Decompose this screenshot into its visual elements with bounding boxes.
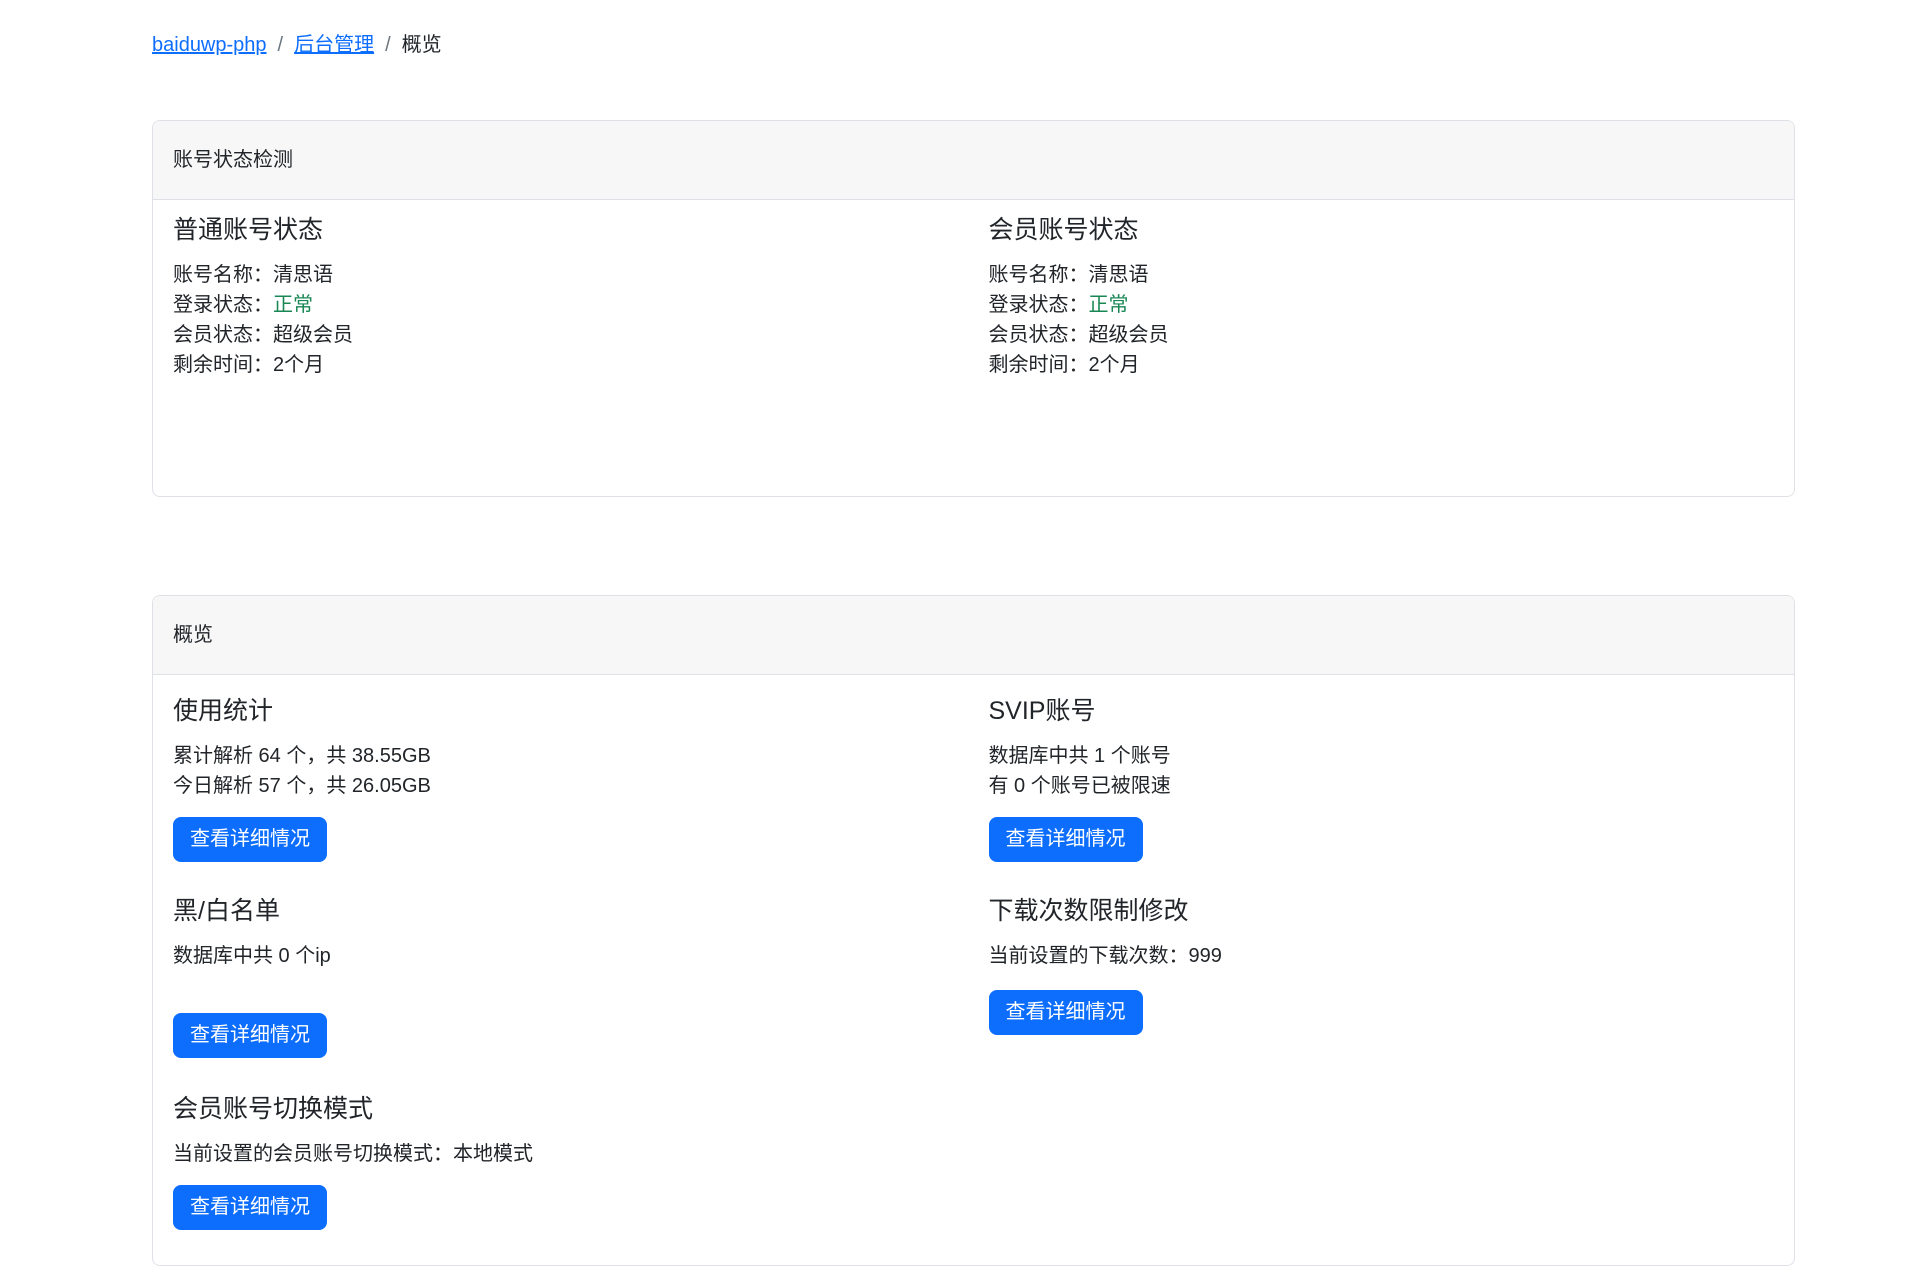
download-limit-section: 下载次数限制修改 当前设置的下载次数：999 查看详细情况 [974,895,1775,1035]
field-label: 剩余时间： [989,354,1089,376]
download-limit-detail-button[interactable]: 查看详细情况 [989,990,1143,1035]
overview-card-body: 使用统计 累计解析 64 个，共 38.55GB 今日解析 57 个，共 26.… [153,675,1794,1265]
field-label: 登录状态： [989,294,1089,316]
today-parsed-line: 今日解析 57 个，共 26.05GB [173,771,974,801]
svip-account-section: SVIP账号 数据库中共 1 个账号 有 0 个账号已被限速 查看详细情况 [974,695,1775,862]
account-status-card-body: 普通账号状态 账号名称：清思语 登录状态：正常 会员状态：超级会员 剩余时间：2… [153,200,1794,496]
svip-count-line: 数据库中共 1 个账号 [989,741,1775,771]
vip-level-row: 会员状态：超级会员 [989,320,1775,350]
page: baiduwp-php / 后台管理 / 概览 账号状态检测 普通账号状态 账号… [0,0,1920,1274]
breadcrumb: baiduwp-php / 后台管理 / 概览 [152,0,1795,60]
field-value: 清思语 [1089,264,1149,286]
account-name-row: 账号名称：清思语 [989,260,1775,290]
download-limit-line: 当前设置的下载次数：999 [989,941,1775,971]
svip-limited-line: 有 0 个账号已被限速 [989,771,1775,801]
field-label: 账号名称： [989,264,1089,286]
account-status-card: 账号状态检测 普通账号状态 账号名称：清思语 登录状态：正常 会员状态：超级会员… [152,120,1795,497]
remaining-time-row: 剩余时间：2个月 [173,350,974,380]
status-ok-value: 正常 [273,294,313,316]
field-label: 登录状态： [173,294,273,316]
vip-account-status: 会员账号状态 账号名称：清思语 登录状态：正常 会员状态：超级会员 剩余时间：2… [974,214,1775,380]
blacklist-section: 黑/白名单 数据库中共 0 个ip 查看详细情况 [173,895,974,1058]
login-status-row: 登录状态：正常 [173,290,974,320]
main-container: baiduwp-php / 后台管理 / 概览 账号状态检测 普通账号状态 账号… [152,0,1795,1266]
breadcrumb-link-home[interactable]: baiduwp-php [152,30,267,60]
breadcrumb-current: 概览 [402,30,442,60]
status-ok-value: 正常 [1089,294,1129,316]
ip-count-line: 数据库中共 0 个ip [173,941,974,971]
usage-stats-detail-button[interactable]: 查看详细情况 [173,817,327,862]
vip-switch-mode-section: 会员账号切换模式 当前设置的会员账号切换模式：本地模式 查看详细情况 [173,1093,974,1230]
field-value: 清思语 [273,264,333,286]
field-value: 2个月 [1089,354,1140,376]
field-label: 剩余时间： [173,354,273,376]
normal-account-title: 普通账号状态 [173,214,974,246]
usage-stats-section: 使用统计 累计解析 64 个，共 38.55GB 今日解析 57 个，共 26.… [173,695,974,862]
vip-switch-mode-line: 当前设置的会员账号切换模式：本地模式 [173,1139,974,1169]
overview-card: 概览 使用统计 累计解析 64 个，共 38.55GB 今日解析 57 个，共 … [152,595,1795,1266]
field-value: 2个月 [273,354,324,376]
vip-account-title: 会员账号状态 [989,214,1775,246]
breadcrumb-separator: / [278,30,284,60]
breadcrumb-link-admin[interactable]: 后台管理 [294,30,374,60]
remaining-time-row: 剩余时间：2个月 [989,350,1775,380]
usage-stats-title: 使用统计 [173,695,974,727]
field-value: 超级会员 [273,324,353,346]
vip-switch-mode-detail-button[interactable]: 查看详细情况 [173,1185,327,1230]
field-label: 会员状态： [989,324,1089,346]
svip-account-detail-button[interactable]: 查看详细情况 [989,817,1143,862]
vip-level-row: 会员状态：超级会员 [173,320,974,350]
vip-switch-mode-title: 会员账号切换模式 [173,1093,974,1125]
field-value: 超级会员 [1089,324,1169,346]
normal-account-status: 普通账号状态 账号名称：清思语 登录状态：正常 会员状态：超级会员 剩余时间：2… [173,214,974,380]
field-label: 会员状态： [173,324,273,346]
overview-card-header: 概览 [153,596,1794,675]
field-label: 账号名称： [173,264,273,286]
total-parsed-line: 累计解析 64 个，共 38.55GB [173,741,974,771]
blacklist-title: 黑/白名单 [173,895,974,927]
breadcrumb-separator: / [385,30,391,60]
account-name-row: 账号名称：清思语 [173,260,974,290]
account-status-card-header: 账号状态检测 [153,121,1794,200]
svip-account-title: SVIP账号 [989,695,1775,727]
download-limit-title: 下载次数限制修改 [989,895,1775,927]
login-status-row: 登录状态：正常 [989,290,1775,320]
blacklist-detail-button[interactable]: 查看详细情况 [173,1013,327,1058]
